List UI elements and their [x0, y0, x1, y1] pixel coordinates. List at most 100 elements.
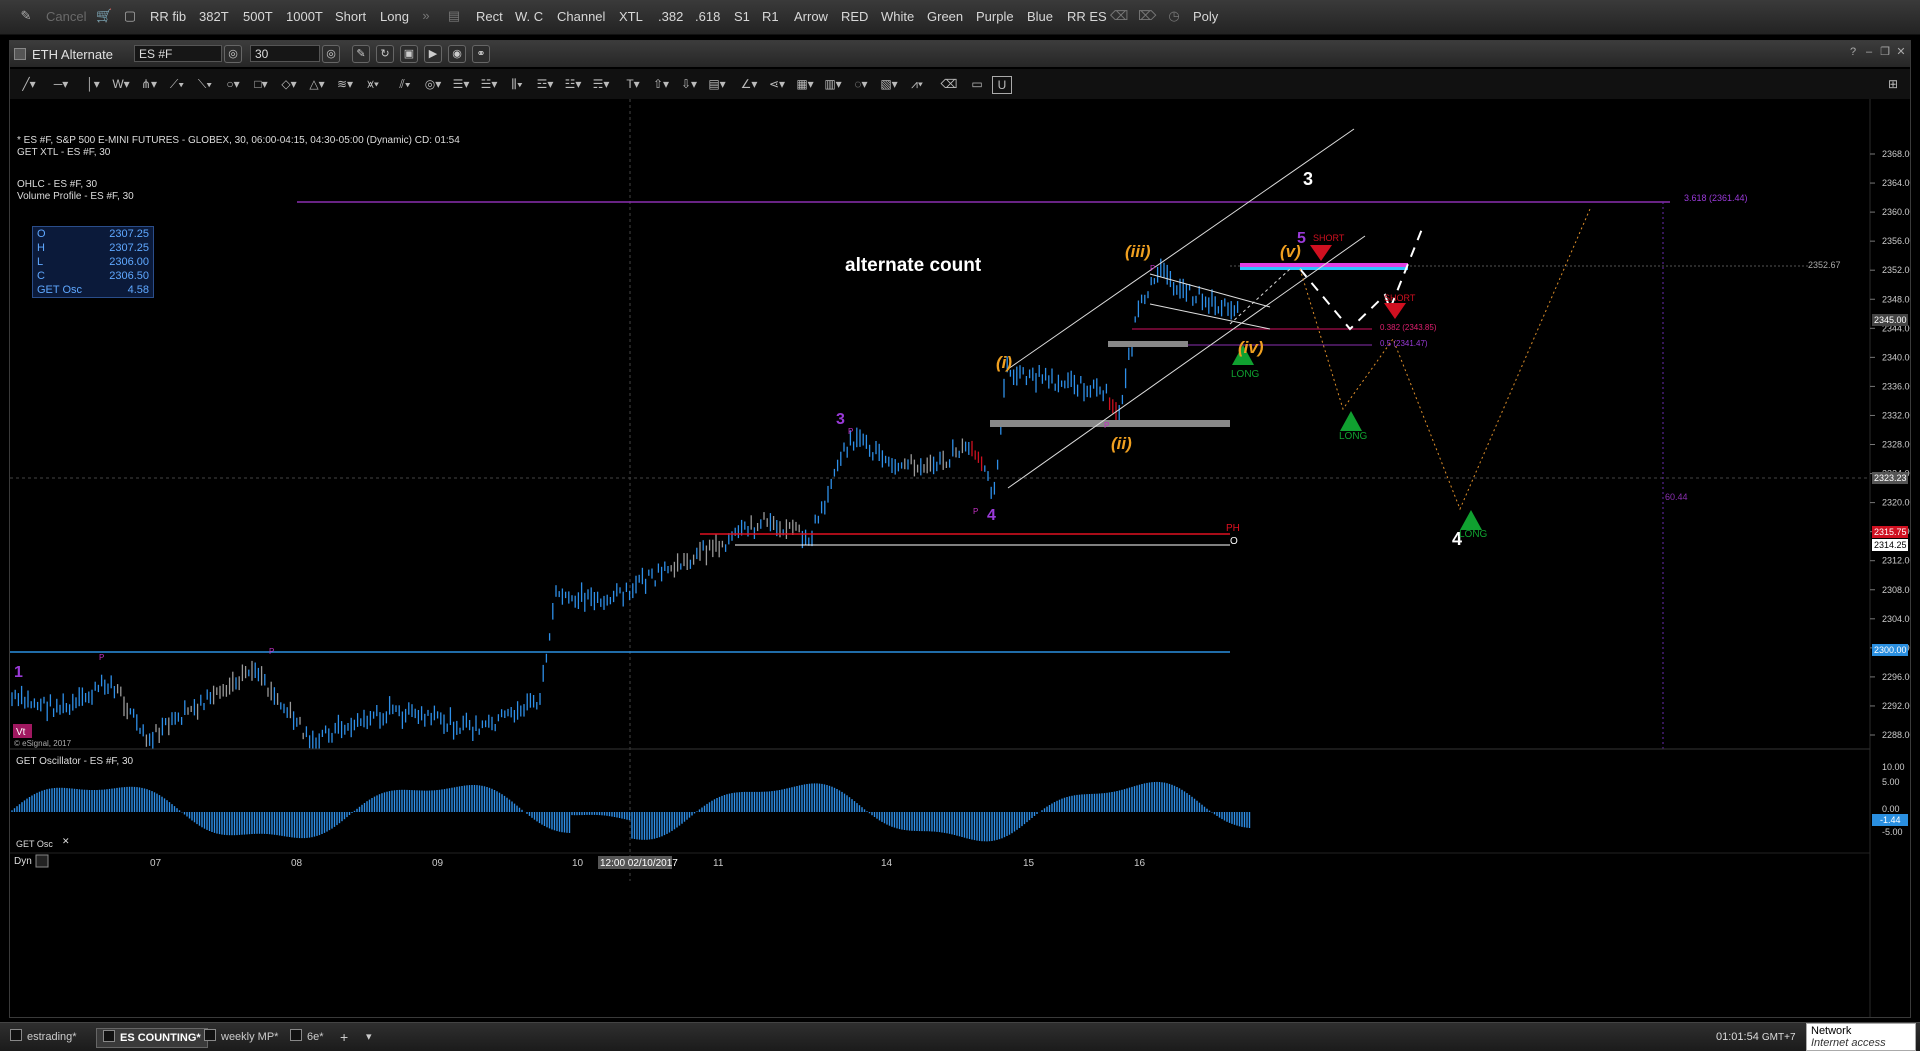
wave-tool-icon[interactable]: W▾ — [110, 76, 132, 92]
cancel-button[interactable]: Cancel — [46, 9, 86, 24]
short-button[interactable]: Short — [335, 9, 366, 24]
tab-es-counting[interactable]: ES COUNTING* — [96, 1028, 208, 1048]
mob-tool-icon[interactable]: ▥▾ — [822, 76, 844, 92]
study-line-3: OHLC - ES #F, 30 — [17, 179, 98, 190]
cart-icon[interactable]: 🛒 — [96, 8, 112, 24]
refresh-icon[interactable]: ↻ — [376, 45, 394, 63]
1000t-button[interactable]: 1000T — [286, 9, 323, 24]
close-icon[interactable]: ✕ — [1894, 45, 1908, 59]
arrow-down-tool-icon[interactable]: ⇩▾ — [678, 76, 700, 92]
ohlc-row-low: L 2306.00 — [37, 256, 149, 268]
618-button[interactable]: .618 — [695, 9, 720, 24]
text-tool-icon[interactable]: T▾ — [622, 76, 644, 92]
zoom-icon[interactable]: ◉ — [448, 45, 466, 63]
tab-menu-icon[interactable]: ▾ — [366, 1028, 372, 1046]
fib-05-label: 0.5 (2341.47) — [1380, 339, 1428, 348]
window-icon[interactable]: ▢ — [122, 8, 138, 24]
toolbar-settings-icon[interactable]: ⊞ — [1882, 76, 1904, 92]
red-button[interactable]: RED — [841, 9, 868, 24]
pitchfork-icon[interactable]: ⋔▾ — [138, 76, 160, 92]
cycle-icon[interactable]: ⩙▾ — [362, 76, 384, 92]
study-line-2: GET XTL - ES #F, 30 — [17, 147, 111, 158]
draw-icon[interactable]: ✎ — [352, 45, 370, 63]
r1-button[interactable]: R1 — [762, 9, 779, 24]
tab-weekly-mp[interactable]: weekly MP* — [204, 1028, 278, 1046]
window-menu-icon[interactable] — [14, 48, 26, 60]
arrow-button[interactable]: Arrow — [794, 9, 828, 24]
symbol-input[interactable]: ES #F — [134, 45, 222, 62]
fib-ext-icon[interactable]: ☱▾ — [478, 76, 500, 92]
blue-button[interactable]: Blue — [1027, 9, 1053, 24]
minimize-icon[interactable]: – — [1862, 45, 1876, 59]
interval-input[interactable]: 30 — [250, 45, 320, 62]
play-icon[interactable]: ▶ — [424, 45, 442, 63]
add-tab-icon[interactable]: + — [340, 1028, 348, 1046]
s1-button[interactable]: S1 — [734, 9, 750, 24]
pencil-icon[interactable]: ✎ — [18, 8, 34, 24]
angle-tool-icon[interactable]: ∠▾ — [738, 76, 760, 92]
chart-window: ETH Alternate ES #F ◎ 30 ◎ ✎ ↻ ▣ ▶ ◉ ⚭ ?… — [9, 40, 1915, 1018]
grid-tool-icon[interactable]: ▦▾ — [794, 76, 816, 92]
wave-i-label: (i) — [996, 353, 1012, 372]
fan-tool-icon[interactable]: ⋖▾ — [766, 76, 788, 92]
rr-fib-button[interactable]: RR fib — [150, 9, 186, 24]
interval-search-icon[interactable]: ◎ — [322, 45, 340, 63]
circles-icon[interactable]: ◎▾ — [422, 76, 444, 92]
gann-icon[interactable]: ⫽▾ — [394, 76, 416, 92]
eraser-icon[interactable]: ⌫ — [1110, 8, 1128, 24]
pti-tool-icon[interactable]: ▧▾ — [878, 76, 900, 92]
382t-button[interactable]: 382T — [199, 9, 229, 24]
fib-time-icon[interactable]: ⫼▾ — [506, 76, 528, 92]
line-tool-icon[interactable]: ╱▾ — [18, 76, 40, 92]
cycles-tool-icon[interactable]: ◌▾ — [850, 76, 872, 92]
fib-channel-icon[interactable]: ☴▾ — [590, 76, 612, 92]
link-icon[interactable]: ⚭ — [472, 45, 490, 63]
regression-icon[interactable]: ≋▾ — [334, 76, 356, 92]
wc-button[interactable]: W. C — [515, 9, 543, 24]
chart-settings-icon[interactable]: ▣ — [400, 45, 418, 63]
chart-plot-area[interactable]: alternate count 3 4 1 3 4 5 (i) (ii) (ii… — [10, 99, 1915, 1017]
fib-arc-icon[interactable]: ☳▾ — [562, 76, 584, 92]
path-icon[interactable]: ⟍▾ — [194, 76, 216, 92]
tab-estrading[interactable]: estrading* — [10, 1028, 77, 1046]
chart-titlebar: ETH Alternate ES #F ◎ 30 ◎ ✎ ↻ ▣ ▶ ◉ ⚭ ?… — [10, 41, 1910, 67]
symbol-search-icon[interactable]: ◎ — [224, 45, 242, 63]
magnet-icon[interactable]: U — [992, 76, 1012, 94]
purple-button[interactable]: Purple — [976, 9, 1014, 24]
poly-button[interactable]: Poly — [1193, 9, 1218, 24]
bar-tool-icon[interactable]: ▤▾ — [706, 76, 728, 92]
hline-tool-icon[interactable]: ─▾ — [50, 76, 72, 92]
price-badge-label: 2315.75 — [1874, 527, 1907, 537]
channel-button[interactable]: Channel — [557, 9, 605, 24]
fib-retrace-icon[interactable]: ☰▾ — [450, 76, 472, 92]
long-button[interactable]: Long — [380, 9, 409, 24]
copyright-label: © eSignal, 2017 — [14, 739, 72, 748]
382-button[interactable]: .382 — [658, 9, 683, 24]
xabcd-icon[interactable]: ⟋▾ — [166, 76, 188, 92]
green-button[interactable]: Green — [927, 9, 963, 24]
rect-button[interactable]: Rect — [476, 9, 503, 24]
white-button[interactable]: White — [881, 9, 914, 24]
eraser-tool-icon[interactable]: ⌫ — [938, 76, 960, 92]
overflow-icon[interactable]: » — [418, 8, 434, 24]
eraser2-icon[interactable]: ⌦ — [1138, 8, 1156, 24]
fib-fan-icon[interactable]: ☲▾ — [534, 76, 556, 92]
tab-6e[interactable]: 6e* — [290, 1028, 324, 1046]
clock-icon[interactable]: ◷ — [1166, 8, 1182, 24]
arrow-up-tool-icon[interactable]: ⇧▾ — [650, 76, 672, 92]
mob-icon[interactable]: ▤ — [446, 8, 462, 24]
label-tool-icon[interactable]: ▭ — [966, 76, 988, 92]
xtl-button[interactable]: XTL — [619, 9, 643, 24]
rectangle-icon[interactable]: □▾ — [250, 76, 272, 92]
window-title: ETH Alternate — [32, 47, 113, 62]
triangle-icon[interactable]: △▾ — [306, 76, 328, 92]
restore-icon[interactable]: ❐ — [1878, 45, 1892, 59]
ellipse-icon[interactable]: ○▾ — [222, 76, 244, 92]
help-icon[interactable]: ? — [1846, 45, 1860, 59]
rr-es-button[interactable]: RR ES — [1067, 9, 1107, 24]
zigzag-tool-icon[interactable]: ⩘▾ — [906, 76, 928, 92]
vline-tool-icon[interactable]: │▾ — [82, 76, 104, 92]
price-tick-label: 2332.00 — [1882, 410, 1910, 420]
diamond-icon[interactable]: ◇▾ — [278, 76, 300, 92]
500t-button[interactable]: 500T — [243, 9, 273, 24]
